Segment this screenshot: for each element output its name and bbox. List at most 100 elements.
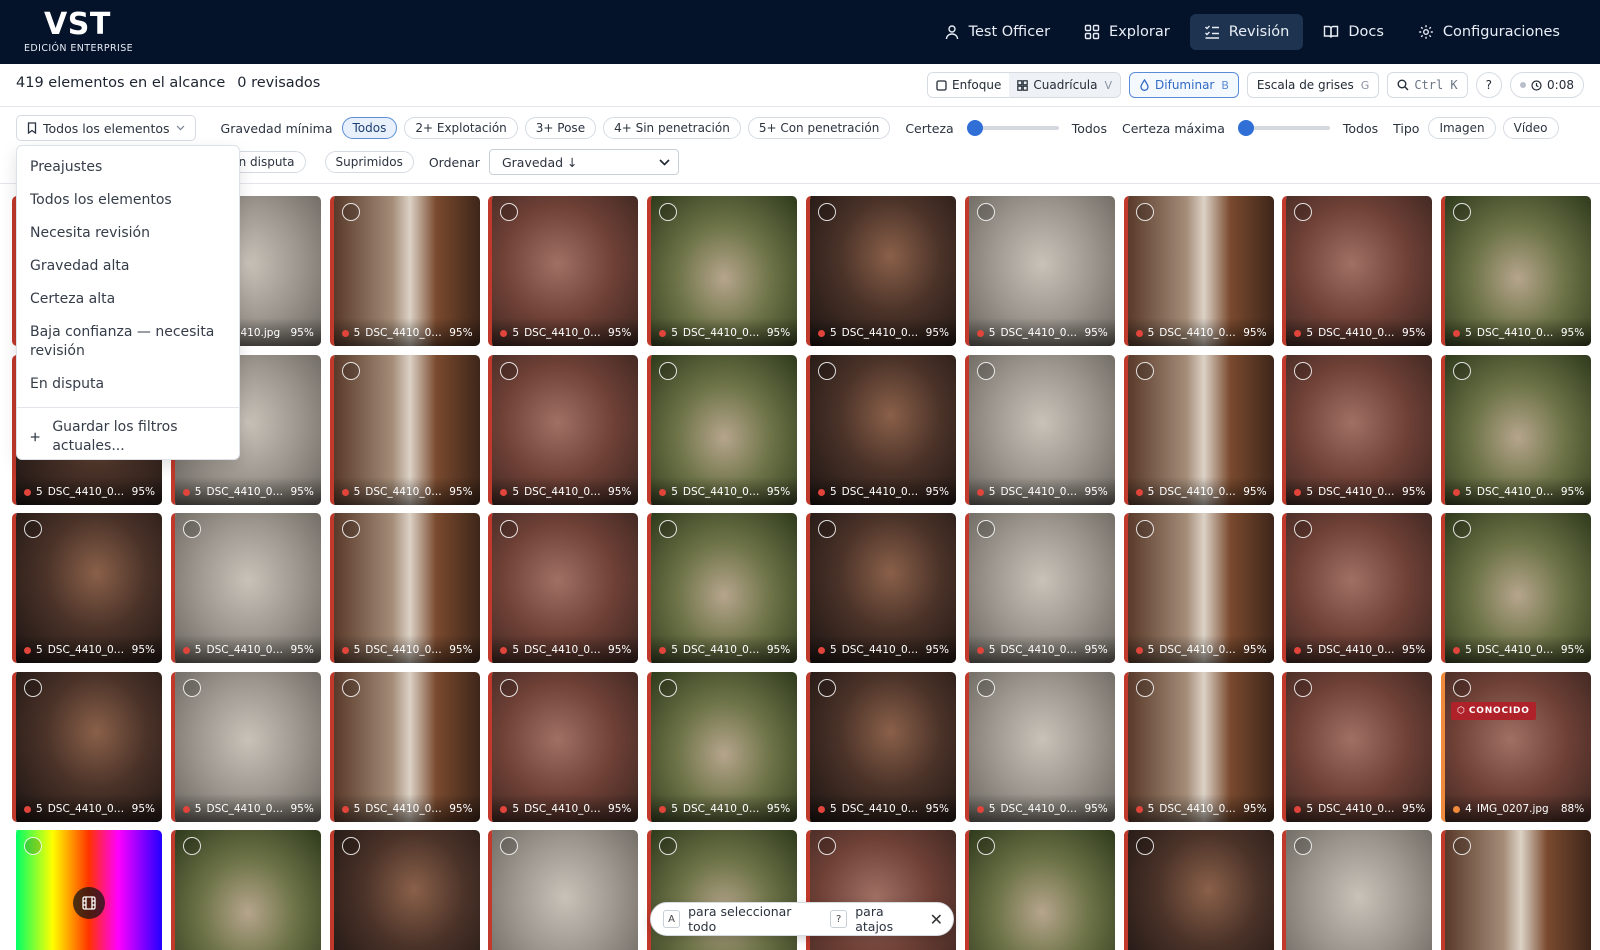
media-tile[interactable]: 5 DSC_4410_01... 95% [805,354,956,505]
select-checkbox[interactable] [1135,361,1154,380]
media-tile[interactable] [1282,830,1433,950]
dropdown-item-needs-review[interactable]: Necesita revisión [17,217,239,250]
media-tile[interactable]: 5 DSC_4410_00... 95% [329,196,480,346]
media-tile[interactable]: 5 DSC_4410_02... 95% [1123,513,1274,663]
media-tile[interactable]: 5 DSC_4410_02... 95% [170,513,321,663]
severity-chip-2[interactable]: 2+ Explotación [404,117,518,139]
media-tile[interactable]: 5 DSC_4410_01... 95% [1282,354,1433,505]
dropdown-item-presets[interactable]: Preajustes [17,151,239,184]
nav-item-docs[interactable]: Docs [1309,14,1398,50]
max-certainty-slider[interactable] [1237,120,1330,136]
media-tile[interactable]: 5 DSC_4410_02... 95% [805,513,956,663]
media-tile[interactable]: 5 DSC_4410_03... 95% [488,671,639,822]
media-tile[interactable] [170,830,321,950]
nav-item-test-officer[interactable]: Test Officer [930,14,1064,50]
select-checkbox[interactable] [1135,678,1154,697]
media-tile[interactable]: 5 DSC_4410_01... 95% [647,354,798,505]
focus-mode-button[interactable]: Enfoque [928,73,1010,97]
select-checkbox[interactable] [659,361,678,380]
media-tile[interactable]: 5 DSC_4410_03... 95% [647,671,798,822]
grayscale-toggle-button[interactable]: Escala de grises G [1246,72,1380,98]
media-tile[interactable] [488,830,639,950]
severity-chip-all[interactable]: Todos [341,117,398,139]
nav-item-explorar[interactable]: Explorar [1070,14,1184,50]
media-tile[interactable]: 5 DSC_4410_00... 95% [964,196,1115,346]
select-checkbox[interactable] [182,678,201,697]
media-tile[interactable] [12,830,162,950]
select-checkbox[interactable] [24,678,42,697]
severity-chip-3[interactable]: 3+ Pose [524,117,597,139]
media-tile[interactable]: 5 DSC_4410_01... 95% [964,354,1115,505]
media-tile[interactable]: 5 DSC_4410_02... 95% [12,513,162,663]
help-button[interactable]: ? [1475,72,1503,98]
select-checkbox[interactable] [976,837,995,855]
select-checkbox[interactable] [1135,520,1154,538]
media-tile[interactable] [964,830,1115,950]
severity-chip-4[interactable]: 4+ Sin penetración [603,117,741,139]
select-checkbox[interactable] [182,520,201,538]
media-tile[interactable]: 5 DSC_4410_01... 95% [488,354,639,505]
max-certainty-slider-handle[interactable] [1237,120,1254,136]
type-chip-image[interactable]: Imagen [1428,117,1496,139]
nav-item-revision[interactable]: Revisión [1189,14,1304,50]
media-tile[interactable]: 5 DSC_4410_01... 95% [329,354,480,505]
media-tile[interactable]: 5 DSC_4410_03... 95% [170,671,321,822]
dropdown-item-high-severity[interactable]: Gravedad alta [17,250,239,283]
media-tile[interactable]: 5 DSC_4410_02... 95% [329,513,480,663]
close-icon[interactable]: ✕ [930,910,943,929]
dropdown-item-all[interactable]: Todos los elementos [17,184,239,217]
media-tile[interactable]: 5 DSC_4410_00... 95% [647,196,798,346]
nav-item-configuraciones[interactable]: Configuraciones [1404,14,1574,50]
media-tile[interactable]: 5 DSC_4410_02... 95% [488,513,639,663]
media-tile[interactable]: ⬡ CONOCIDO 4 IMG_0207.jpg 88% [1441,671,1592,822]
media-tile[interactable]: 5 DSC_4410_00... 95% [1282,196,1433,346]
select-checkbox[interactable] [659,678,678,697]
media-tile[interactable]: 5 DSC_4410_02... 95% [647,513,798,663]
select-checkbox[interactable] [817,678,836,697]
dropdown-item-disputed[interactable]: En disputa [17,368,239,401]
media-tile[interactable]: 5 DSC_4410_00... 95% [488,196,639,346]
media-tile[interactable]: 5 DSC_4410_03... 95% [1441,513,1592,663]
select-checkbox[interactable] [24,520,42,538]
type-chip-video[interactable]: Vídeo [1502,117,1559,139]
select-checkbox[interactable] [341,361,360,380]
select-checkbox[interactable] [817,203,836,221]
search-button[interactable]: Ctrl K [1387,72,1468,98]
select-checkbox[interactable] [500,361,519,380]
select-checkbox[interactable] [1135,837,1154,855]
media-tile[interactable]: 5 DSC_4410_03... 95% [964,671,1115,822]
media-tile[interactable]: 5 DSC_4410_04... 95% [1282,671,1433,822]
blur-toggle-button[interactable]: Difuminar B [1129,72,1239,98]
select-checkbox[interactable] [976,678,995,697]
media-tile[interactable]: 5 DSC_4410_00... 95% [1123,196,1274,346]
select-checkbox[interactable] [341,837,360,855]
select-checkbox[interactable] [976,520,995,538]
preset-dropdown-trigger[interactable]: Todos los elementos [16,115,196,141]
suppressed-chip[interactable]: Suprimidos [324,151,414,173]
select-checkbox[interactable] [1453,678,1472,697]
select-checkbox[interactable] [341,678,360,697]
certainty-slider[interactable] [966,120,1059,136]
select-checkbox[interactable] [976,203,995,221]
dropdown-item-high-certainty[interactable]: Certeza alta [17,283,239,316]
media-tile[interactable]: 5 DSC_4410_02... 95% [964,513,1115,663]
select-checkbox[interactable] [341,203,360,221]
brand-logo[interactable]: VST EDICIÓN ENTERPRISE [24,8,133,55]
media-tile[interactable]: 5 DSC_4410_03... 95% [805,671,956,822]
media-tile[interactable] [329,830,480,950]
select-checkbox[interactable] [817,837,836,855]
select-checkbox[interactable] [976,361,995,380]
select-checkbox[interactable] [182,837,201,855]
certainty-slider-handle[interactable] [966,120,983,136]
select-checkbox[interactable] [24,837,42,855]
select-checkbox[interactable] [500,678,519,697]
select-checkbox[interactable] [1135,203,1154,221]
grid-mode-button[interactable]: Cuadrícula V [1009,73,1121,97]
media-tile[interactable] [1123,830,1274,950]
media-tile[interactable]: 5 DSC_4410_00... 95% [805,196,956,346]
select-checkbox[interactable] [341,520,360,538]
select-checkbox[interactable] [1294,678,1313,697]
media-tile[interactable]: 5 DSC_4410_01... 95% [1123,354,1274,505]
sort-select[interactable]: Gravedad ↓ [488,149,679,175]
media-tile[interactable]: 5 DSC_4410_02... 95% [1282,513,1433,663]
